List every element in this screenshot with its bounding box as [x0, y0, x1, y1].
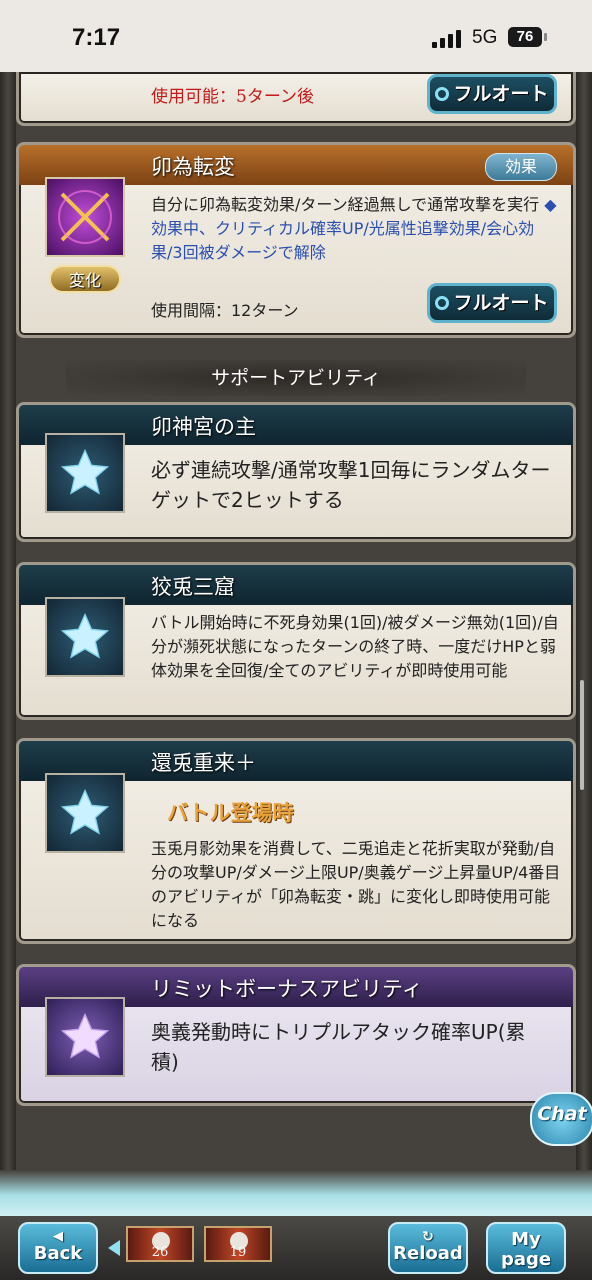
effect-badge[interactable]: 効果: [485, 153, 557, 181]
full-auto-label: フルオート: [453, 292, 549, 314]
reload-icon: ↻: [422, 1229, 434, 1245]
star-icon: [45, 433, 125, 513]
star-icon: [45, 773, 125, 853]
chat-label: Chat: [537, 1103, 587, 1125]
support-ability-card: 卯神宮の主 必ず連続攻撃/通常攻撃1回毎にランダムターゲットで2ヒットする: [16, 402, 576, 542]
thumbnail-count: 26: [151, 1245, 169, 1260]
scroll-left-icon[interactable]: [108, 1240, 120, 1256]
support-ability-title: 還兎重来＋: [151, 751, 256, 775]
party-thumbnail[interactable]: 19: [204, 1226, 272, 1262]
ability-title: 卯為転変: [151, 155, 235, 179]
section-heading-support: サポートアビリティ: [66, 360, 526, 396]
chat-button[interactable]: Chat: [530, 1092, 592, 1146]
support-ability-card: 還兎重来＋ バトル登場時 玉兎月影効果を消費して、二兎追走と花折実取が発動/自分…: [16, 738, 576, 944]
support-ability-description: 玉兎月影効果を消費して、二兎追走と花折実取が発動/自分の攻撃UP/ダメージ上限U…: [151, 839, 561, 930]
ability-icon: [45, 177, 125, 257]
cooldown-interval: 使用間隔：12ターン: [151, 301, 299, 320]
bottom-glow: [0, 1170, 592, 1220]
star-icon: [45, 597, 125, 677]
full-auto-button-previous[interactable]: フルオート: [427, 74, 557, 114]
network-label: 5G: [472, 27, 498, 48]
frame-right: [576, 72, 592, 1212]
battery-cap: [544, 33, 547, 41]
mypage-button[interactable]: My page: [486, 1222, 566, 1274]
bottom-nav: ◀ Back 26 19 ↻ Reload My page: [0, 1216, 592, 1280]
back-button[interactable]: ◀ Back: [18, 1222, 98, 1274]
mypage-label-line1: My: [511, 1229, 541, 1250]
support-ability-description: 必ず連続攻撃/通常攻撃1回毎にランダムターゲットで2ヒットする: [151, 458, 551, 512]
support-ability-description: バトル開始時に不死身効果(1回)/被ダメージ無効(1回)/自分が瀕死状態になった…: [151, 613, 559, 680]
signal-icon: [432, 30, 464, 48]
support-ability-title: 狡兎三窟: [151, 575, 235, 599]
ability-desc-main: 自分に卯為転変効果/ターン経過無しで通常攻撃を実行: [151, 195, 540, 214]
change-badge[interactable]: 変化: [49, 265, 121, 293]
back-arrow-icon: ◀: [53, 1229, 63, 1244]
full-auto-label: フルオート: [453, 83, 549, 105]
limit-bonus-card: リミットボーナスアビリティ 奥義発動時にトリプルアタック確率UP(累積): [16, 964, 576, 1106]
toggle-ring-icon: [435, 296, 450, 310]
back-label: Back: [33, 1243, 83, 1264]
thumbnail-count: 19: [229, 1245, 247, 1260]
scrollbar[interactable]: [580, 680, 584, 790]
frame-left: [0, 72, 16, 1212]
limit-bonus-description: 奥義発動時にトリプルアタック確率UP(累積): [151, 1020, 526, 1074]
ability-card-uiten: 卯為転変 効果 変化 自分に卯為転変効果/ターン経過無しで通常攻撃を実行 ◆効果…: [16, 142, 576, 338]
reload-button[interactable]: ↻ Reload: [388, 1222, 468, 1274]
ability-card-previous: 使用可能：5ターン後 フルオート: [16, 72, 576, 126]
support-ability-title: 卯神宮の主: [151, 415, 256, 439]
trigger-tag: バトル登場時: [167, 801, 294, 825]
ability-description: 自分に卯為転変効果/ターン経過無しで通常攻撃を実行 ◆効果中、クリティカル確率U…: [151, 193, 561, 265]
usable-status: 使用可能：5ターン後: [151, 87, 314, 107]
crossed-swords-icon: [58, 190, 112, 244]
party-thumbnail[interactable]: 26: [126, 1226, 194, 1262]
full-auto-button[interactable]: フルオート: [427, 283, 557, 323]
limit-bonus-title: リミットボーナスアビリティ: [151, 977, 423, 1001]
mypage-label-line2: page: [500, 1249, 552, 1270]
battery-icon: 76: [508, 27, 542, 47]
status-bar: 7:17 5G 76: [0, 0, 592, 72]
clock: 7:17: [72, 24, 121, 51]
toggle-ring-icon: [435, 87, 450, 101]
reload-label: Reload: [393, 1243, 463, 1264]
star-icon: [45, 997, 125, 1077]
support-ability-card: 狡兎三窟 バトル開始時に不死身効果(1回)/被ダメージ無効(1回)/自分が瀕死状…: [16, 562, 576, 720]
